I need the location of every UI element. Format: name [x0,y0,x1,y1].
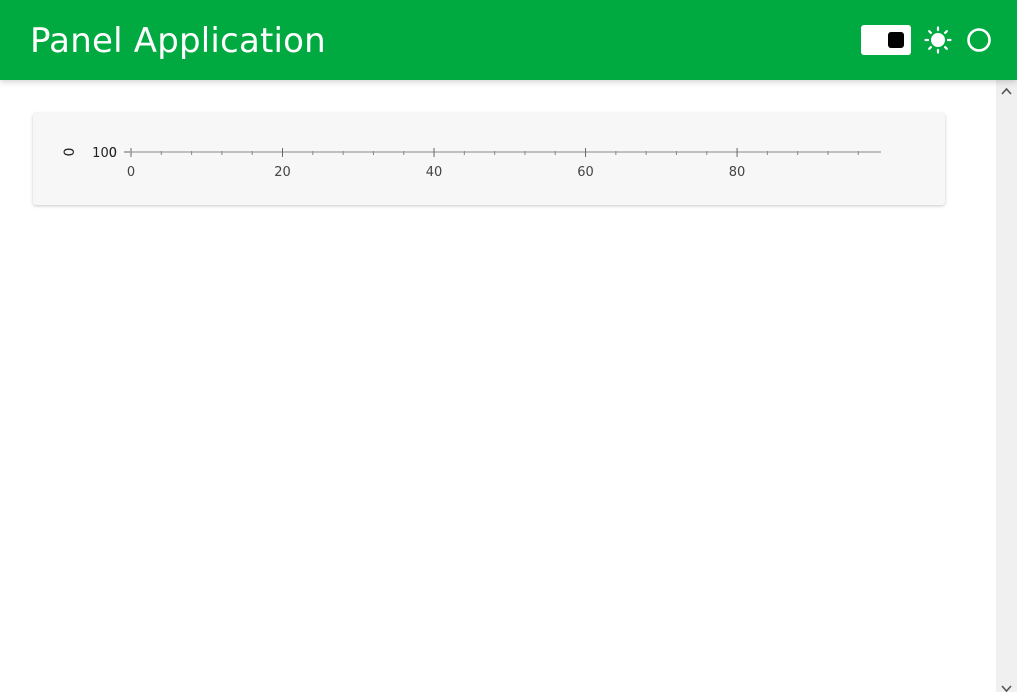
x-tick-label: 60 [577,165,594,180]
app-header: Panel Application [0,0,1017,80]
plot-card: 0 100 0 0 20 40 60 80 [33,113,945,205]
vertical-scrollbar[interactable] [996,80,1017,693]
circle-icon [967,28,991,52]
x-tick-label: 0 [127,165,135,180]
scroll-up-icon[interactable] [996,82,1017,100]
chart: 0 10000 20 40 60 80 [62,146,881,180]
y-tick-label: 0 [109,146,117,161]
sun-icon[interactable] [924,26,952,54]
scroll-down-icon[interactable] [996,680,1017,698]
x-tick-label: 80 [729,165,746,180]
app-title: Panel Application [30,21,326,61]
y-tick-label: 0 [62,148,78,157]
toggle-knob [888,32,904,48]
main-area: 0 100 0 0 20 40 60 80 [0,80,996,692]
x-tick-label: 20 [274,165,291,180]
theme-toggle-switch[interactable] [861,25,911,55]
x-tick-label: 40 [426,165,443,180]
